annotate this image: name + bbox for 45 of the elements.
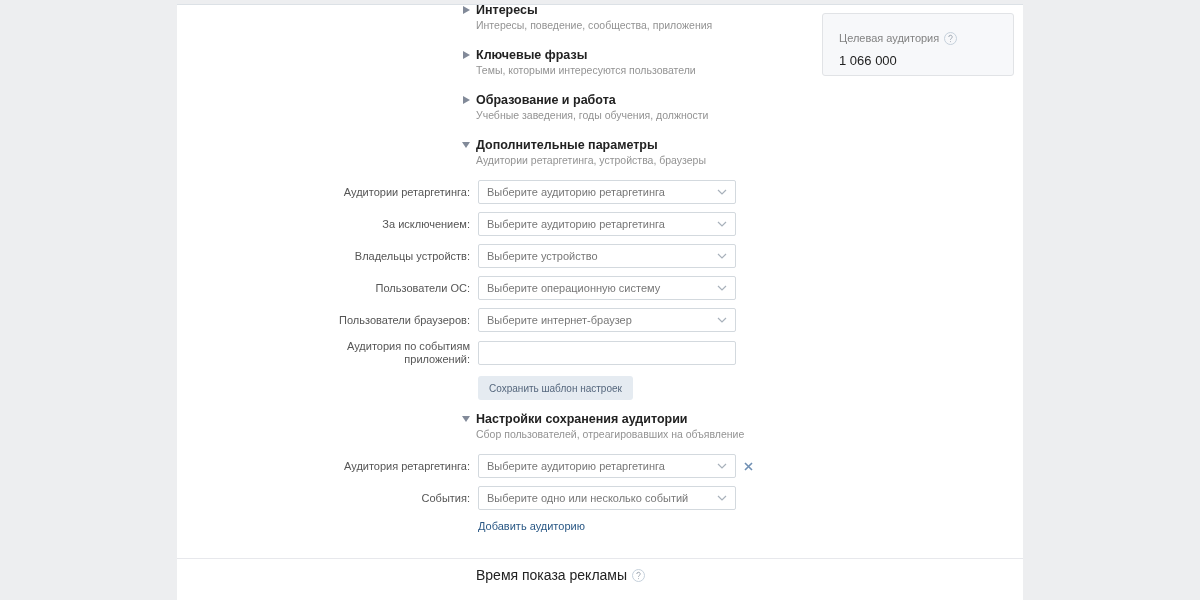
chevron-icon [717,495,727,501]
section-subtitle: Аудитории ретаргетинга, устройства, браузеры [476,154,707,166]
section-title[interactable]: Дополнительные параметры [476,138,658,152]
dropdown-field[interactable]: Выберите операционную систему [478,276,736,300]
chevron-icon [717,221,727,227]
section-title[interactable]: Настройки сохранения аудитории [476,412,688,426]
dropdown-field[interactable]: Выберите устройство [478,244,736,268]
field-label: Аудитория по событиям приложений: [346,340,470,366]
section-subtitle: Сбор пользователей, отреагировавших на объявление [476,428,746,440]
triangle-down-icon[interactable] [462,141,470,149]
section-subtitle: Темы, которыми интересуются пользователи [476,64,697,76]
dropdown-field[interactable]: Выберите интернет-браузер [478,308,736,332]
chevron-icon [717,253,727,259]
chevron-icon [717,463,727,469]
field-label: События: [420,491,470,505]
chevron-icon [717,317,727,323]
dropdown-field[interactable]: Выберите аудиторию ретаргетинга [478,212,736,236]
section-title[interactable]: Интересы [476,5,538,17]
chevron-icon [717,285,727,291]
chevron-icon [717,189,727,195]
close-icon[interactable] [744,461,753,471]
dropdown-field[interactable]: Выберите аудиторию ретаргетинга [478,180,736,204]
section-title[interactable]: Образование и работа [476,93,616,107]
help-icon[interactable] [632,568,646,582]
triangle-down-icon[interactable] [462,415,470,423]
section-subtitle: Интересы, поведение, сообщества, приложения [476,19,714,31]
dropdown-field[interactable]: Выберите одно или несколько событий [478,486,736,510]
triangle-right-icon[interactable] [462,51,470,59]
section-title[interactable]: Ключевые фразы [476,48,588,62]
add-audience-link[interactable]: Добавить аудиторию [478,520,585,532]
triangle-right-icon[interactable] [462,96,470,104]
input-field[interactable] [478,341,736,365]
triangle-right-icon[interactable] [462,6,470,14]
section-heading: Время показа рекламы [476,567,628,583]
field-label: Аудитории ретаргетинга: [342,185,470,199]
field-label: Пользователи браузеров: [338,313,470,327]
field-label: За исключением: [381,217,470,231]
section-subtitle: Учебные заведения, годы обучения, должности [476,109,710,121]
audience-count: 1 066 000 [839,53,898,68]
dropdown-field[interactable]: Выберите аудиторию ретаргетинга [478,454,736,478]
card-label: Целевая аудитория [839,32,940,44]
field-label: Пользователи ОС: [374,281,470,295]
field-label: Владельцы устройств: [353,249,470,263]
save-template-button[interactable]: Сохранить шаблон настроек [478,376,633,400]
field-label: Аудитория ретаргетинга: [343,459,470,473]
